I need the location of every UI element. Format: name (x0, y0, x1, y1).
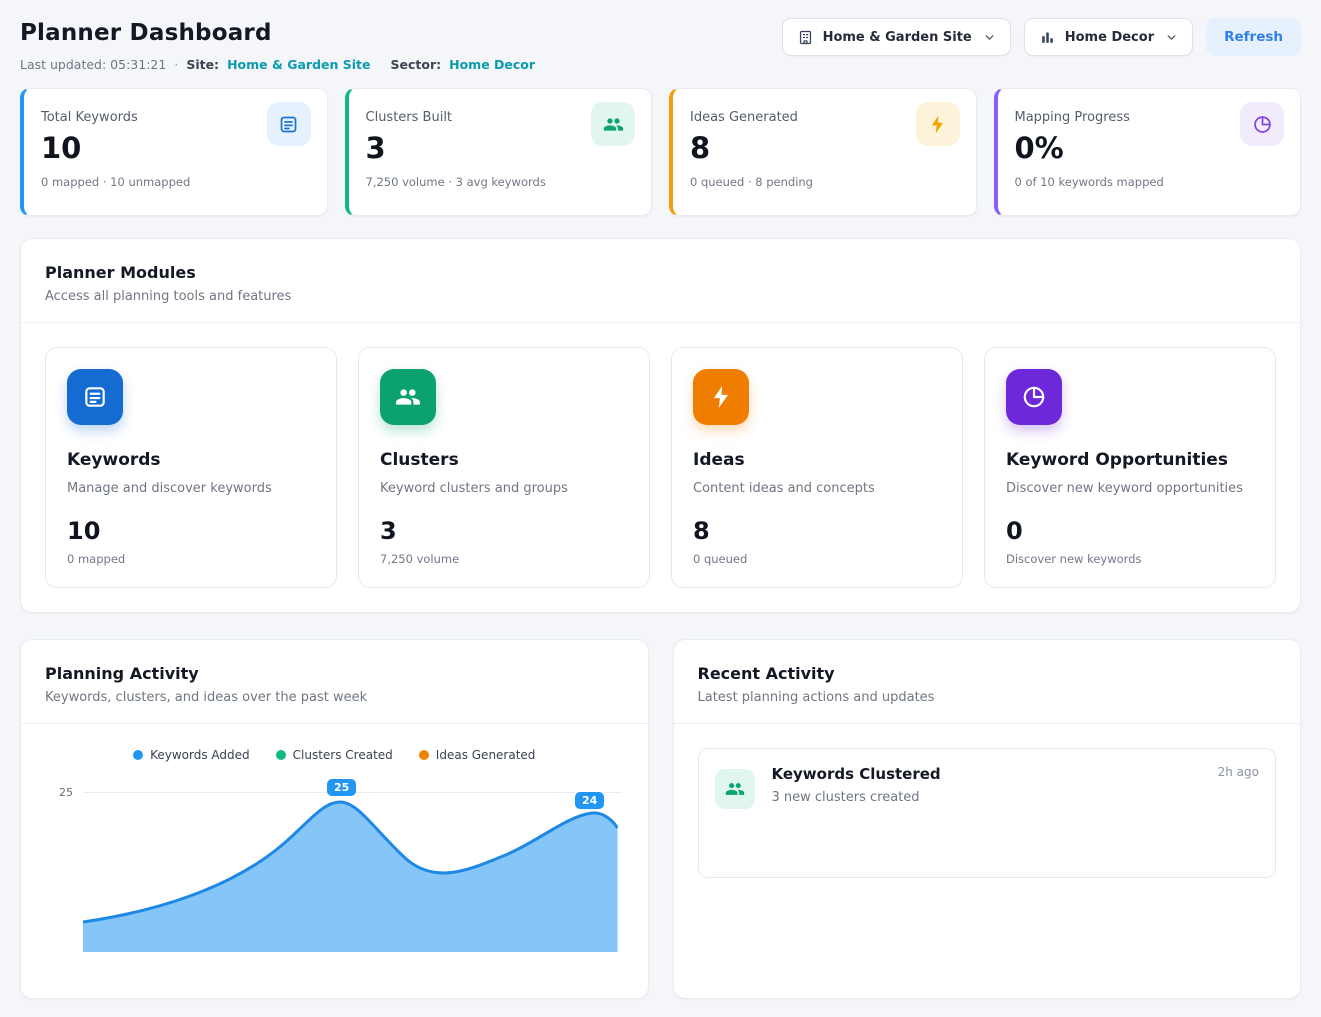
legend-item-ideas-generated: Ideas Generated (419, 748, 536, 762)
sector-link[interactable]: Home Decor (449, 57, 535, 72)
sector-selector-dropdown[interactable]: Home Decor (1024, 18, 1193, 56)
stats-row: Total Keywords 10 0 mapped · 10 unmapped… (20, 88, 1301, 216)
module-title: Clusters (380, 450, 628, 470)
bolt-icon (916, 102, 960, 146)
stat-detail: 0 queued · 8 pending (690, 175, 959, 189)
subheader: Last updated: 05:31:21 · Site: Home & Ga… (20, 57, 535, 72)
module-card-ideas[interactable]: Ideas Content ideas and concepts 8 0 que… (671, 347, 963, 588)
panel-title: Planning Activity (45, 664, 624, 683)
legend-item-keywords-added: Keywords Added (133, 748, 250, 762)
recent-activity-item: Keywords Clustered 2h ago 3 new clusters… (698, 748, 1277, 878)
divider (21, 723, 648, 724)
legend-dot-blue (133, 750, 143, 760)
y-axis-tick: 25 (59, 786, 73, 799)
module-card-keywords[interactable]: Keywords Manage and discover keywords 10… (45, 347, 337, 588)
module-value: 0 (1006, 517, 1254, 545)
bar-chart-icon (1039, 29, 1056, 46)
chart-legend: Keywords Added Clusters Created Ideas Ge… (45, 748, 624, 762)
module-title: Keyword Opportunities (1006, 450, 1254, 470)
legend-dot-green (276, 750, 286, 760)
site-selector-dropdown[interactable]: Home & Garden Site (782, 18, 1011, 56)
module-description: Keyword clusters and groups (380, 480, 628, 498)
activity-timestamp: 2h ago (1218, 765, 1259, 779)
divider (674, 723, 1301, 724)
header-controls: Home & Garden Site Home Decor (782, 18, 1301, 56)
panel-title: Recent Activity (698, 664, 1277, 683)
page-header: Planner Dashboard Last updated: 05:31:21… (20, 18, 1301, 72)
panel-subtitle: Access all planning tools and features (45, 289, 1276, 304)
users-icon (380, 369, 436, 425)
site-link[interactable]: Home & Garden Site (227, 57, 370, 72)
legend-label: Keywords Added (150, 748, 250, 762)
stat-card-mapping-progress: Mapping Progress 0% 0 of 10 keywords map… (994, 88, 1302, 216)
bolt-icon (693, 369, 749, 425)
planning-activity-chart: 25 25 24 (45, 772, 624, 952)
planner-dashboard-page: Planner Dashboard Last updated: 05:31:21… (0, 0, 1321, 1017)
module-detail: 7,250 volume (380, 552, 628, 566)
legend-label: Clusters Created (293, 748, 393, 762)
bottom-row: Planning Activity Keywords, clusters, an… (20, 639, 1301, 999)
users-icon (591, 102, 635, 146)
module-card-keyword-opportunities[interactable]: Keyword Opportunities Discover new keywo… (984, 347, 1276, 588)
modules-grid: Keywords Manage and discover keywords 10… (45, 347, 1276, 588)
sector-label: Sector: (391, 57, 442, 72)
module-card-clusters[interactable]: Clusters Keyword clusters and groups 3 7… (358, 347, 650, 588)
module-description: Discover new keyword opportunities (1006, 480, 1254, 498)
keywords-added-area-series (83, 772, 618, 952)
panel-title: Planner Modules (45, 263, 1276, 282)
module-detail: 0 mapped (67, 552, 315, 566)
module-description: Manage and discover keywords (67, 480, 315, 498)
stat-card-total-keywords: Total Keywords 10 0 mapped · 10 unmapped (20, 88, 328, 216)
legend-item-clusters-created: Clusters Created (276, 748, 393, 762)
pie-chart-icon (1006, 369, 1062, 425)
refresh-button[interactable]: Refresh (1206, 18, 1301, 56)
site-selector-value: Home & Garden Site (823, 30, 972, 45)
legend-dot-orange (419, 750, 429, 760)
stat-detail: 0 of 10 keywords mapped (1015, 175, 1284, 189)
sector-selector-value: Home Decor (1065, 30, 1154, 45)
site-label: Site: (186, 57, 219, 72)
module-detail: Discover new keywords (1006, 552, 1254, 566)
point-label-badge: 24 (575, 792, 604, 809)
header-left: Planner Dashboard Last updated: 05:31:21… (20, 18, 535, 72)
last-updated-text: Last updated: 05:31:21 (20, 57, 166, 72)
module-detail: 0 queued (693, 552, 941, 566)
chevron-down-icon (983, 31, 996, 44)
module-value: 8 (693, 517, 941, 545)
document-icon (267, 102, 311, 146)
module-title: Ideas (693, 450, 941, 470)
document-icon (67, 369, 123, 425)
chevron-down-icon (1165, 31, 1178, 44)
planning-activity-panel: Planning Activity Keywords, clusters, an… (20, 639, 649, 999)
activity-description: 3 new clusters created (772, 790, 1260, 805)
planner-modules-panel: Planner Modules Access all planning tool… (20, 238, 1301, 613)
module-title: Keywords (67, 450, 315, 470)
stat-detail: 7,250 volume · 3 avg keywords (366, 175, 635, 189)
panel-subtitle: Latest planning actions and updates (698, 690, 1277, 705)
stat-card-clusters-built: Clusters Built 3 7,250 volume · 3 avg ke… (345, 88, 653, 216)
activity-title: Keywords Clustered (772, 765, 941, 783)
pie-chart-icon (1240, 102, 1284, 146)
module-description: Content ideas and concepts (693, 480, 941, 498)
building-icon (797, 29, 814, 46)
panel-subtitle: Keywords, clusters, and ideas over the p… (45, 690, 624, 705)
module-value: 10 (67, 517, 315, 545)
activity-body: Keywords Clustered 2h ago 3 new clusters… (772, 765, 1260, 805)
stat-detail: 0 mapped · 10 unmapped (41, 175, 310, 189)
page-title: Planner Dashboard (20, 20, 535, 46)
recent-activity-panel: Recent Activity Latest planning actions … (673, 639, 1302, 999)
point-label-badge: 25 (327, 779, 356, 796)
activity-row: Keywords Clustered 2h ago (772, 765, 1260, 783)
separator-dot: · (174, 57, 178, 72)
users-icon (715, 769, 755, 809)
divider (21, 322, 1300, 323)
stat-card-ideas-generated: Ideas Generated 8 0 queued · 8 pending (669, 88, 977, 216)
legend-label: Ideas Generated (436, 748, 536, 762)
module-value: 3 (380, 517, 628, 545)
